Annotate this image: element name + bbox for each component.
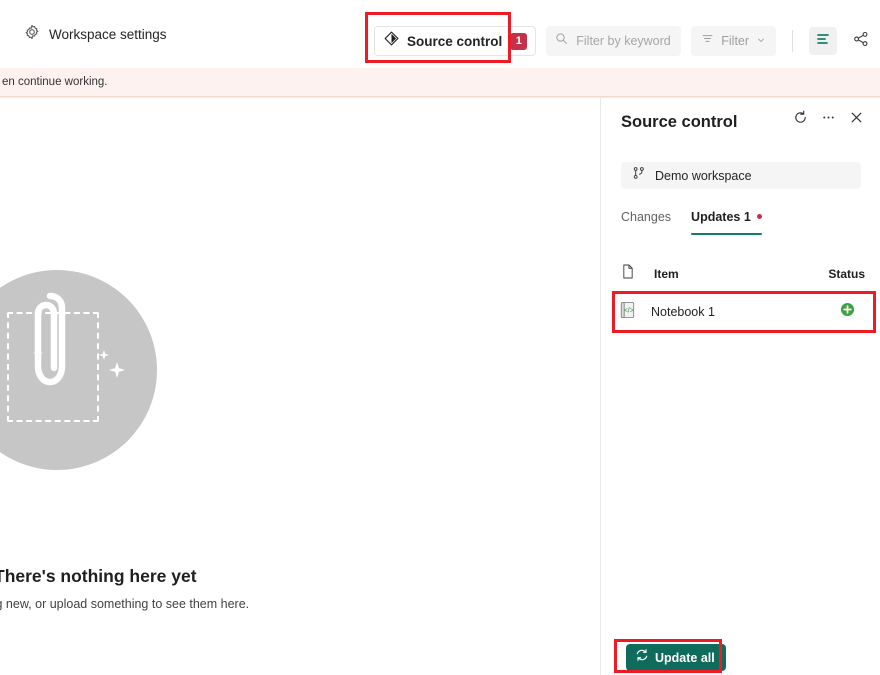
column-header-status: Status — [828, 267, 865, 281]
gear-icon — [24, 24, 40, 45]
source-control-badge: 1 — [510, 32, 528, 50]
list-view-icon — [815, 31, 831, 52]
search-icon — [555, 32, 568, 50]
filter-label: Filter — [721, 34, 750, 48]
keyword-filter-placeholder: Filter by keyword — [576, 34, 671, 48]
filter-dropdown-button[interactable]: Filter — [691, 26, 777, 56]
source-control-panel: Source control Demo workspace Changes Up… — [600, 97, 880, 675]
empty-state-title: There's nothing here yet — [0, 566, 197, 586]
status-badge — [840, 302, 855, 322]
workspace-branch-chip[interactable]: Demo workspace — [621, 162, 861, 189]
tab-updates[interactable]: Updates 1 — [691, 208, 762, 235]
toolbar-divider — [792, 30, 794, 52]
panel-title: Source control — [621, 112, 738, 131]
paperclip-icon — [29, 288, 71, 398]
sparkle-icon-left-small — [33, 348, 43, 358]
branch-icon — [632, 166, 646, 185]
app-root: Workspace settings Source control 1 Filt… — [0, 0, 880, 675]
row-item-name: Notebook 1 — [651, 305, 715, 319]
panel-tabs: Changes Updates 1 — [621, 208, 762, 235]
paperclip-upload-illustration — [0, 270, 157, 470]
top-toolbar: Workspace settings Source control 1 Filt… — [0, 0, 880, 68]
source-control-button[interactable]: Source control 1 — [374, 26, 537, 56]
chevron-down-icon — [756, 32, 766, 50]
tab-updates-label: Updates 1 — [691, 210, 751, 224]
workspace-branch-label: Demo workspace — [655, 168, 752, 183]
notification-banner-text: en continue working. — [2, 76, 108, 88]
share-lineage-icon — [853, 31, 869, 52]
ellipsis-icon — [821, 110, 836, 130]
panel-header: Source control — [601, 98, 880, 146]
file-icon — [621, 264, 635, 284]
tab-changes-label: Changes — [621, 210, 672, 224]
panel-close-button[interactable] — [843, 107, 869, 133]
filter-lines-icon — [701, 32, 714, 50]
table-row[interactable]: </> Notebook 1 — [615, 296, 871, 328]
update-all-label: Update all — [655, 650, 715, 665]
notification-banner: en continue working. — [0, 68, 880, 97]
keyword-filter-input[interactable]: Filter by keyword — [546, 26, 682, 56]
sparkle-icon-right-small — [99, 350, 109, 360]
panel-header-actions — [787, 107, 869, 133]
items-table-header: Item Status — [621, 261, 865, 287]
panel-more-options-button[interactable] — [815, 107, 841, 133]
sync-icon — [635, 648, 649, 667]
empty-state-subtitle: iing new, or upload something to see the… — [0, 597, 250, 611]
main-content-area: There's nothing here yet iing new, or up… — [0, 97, 600, 675]
notebook-icon: </> — [619, 301, 636, 324]
toolbar-center-group: Source control 1 Filter by keyword Filte… — [374, 26, 875, 56]
refresh-icon — [793, 110, 808, 130]
panel-refresh-button[interactable] — [787, 107, 813, 133]
tab-changes[interactable]: Changes — [621, 208, 671, 235]
update-all-button[interactable]: Update all — [626, 644, 726, 671]
git-diamond-icon — [384, 31, 399, 51]
close-icon — [849, 110, 864, 130]
svg-text:</>: </> — [624, 307, 634, 314]
list-view-toggle[interactable] — [809, 27, 838, 55]
added-plus-icon — [840, 302, 855, 322]
lineage-view-toggle[interactable] — [847, 27, 875, 55]
tab-updates-dot — [756, 214, 762, 219]
column-header-item: Item — [654, 267, 679, 281]
source-control-label: Source control — [407, 33, 503, 49]
workspace-settings-label: Workspace settings — [49, 26, 167, 42]
sparkle-icon-right-large — [109, 362, 125, 378]
workspace-settings-button[interactable]: Workspace settings — [18, 18, 173, 50]
